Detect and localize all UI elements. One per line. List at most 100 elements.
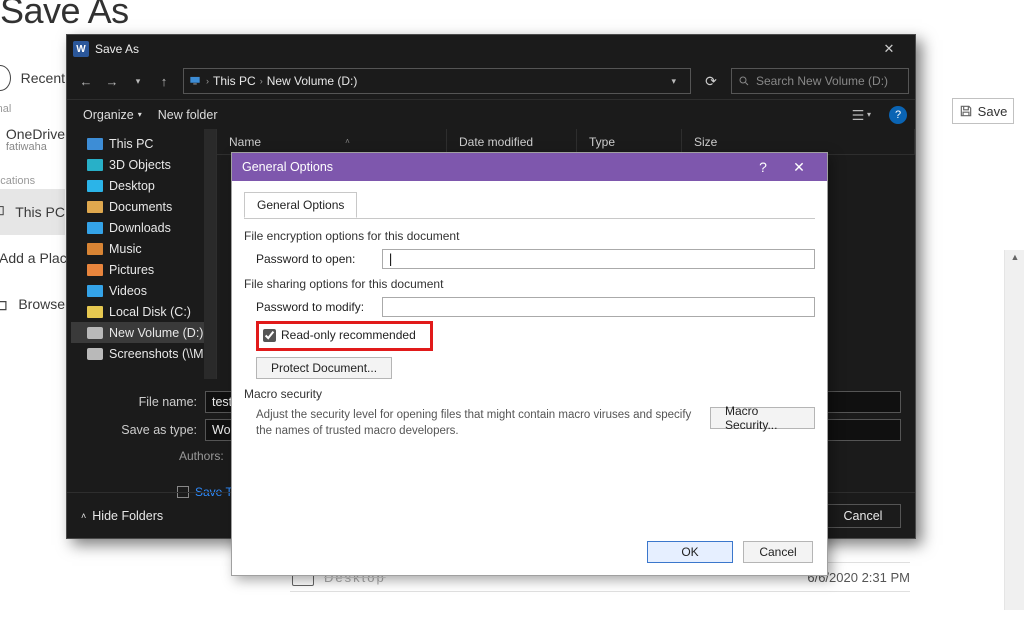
col-name[interactable]: Name ˄ (217, 129, 447, 154)
col-type[interactable]: Type (577, 129, 682, 154)
address-bar[interactable]: › This PC › New Volume (D:) ▾ (183, 68, 691, 94)
titlebar: W Save As ✕ (67, 35, 915, 63)
up-button[interactable]: ↑ (151, 74, 177, 89)
tree-icon (87, 264, 103, 276)
cancel-button[interactable]: Cancel (743, 541, 813, 563)
tree-label: Downloads (109, 221, 171, 235)
tree-label: This PC (109, 137, 153, 151)
col-label: Name (229, 135, 261, 149)
cancel-button[interactable]: Cancel (825, 504, 901, 528)
nav-onedrive[interactable]: OneDrive fatiwaha (0, 117, 65, 163)
tree-icon (87, 159, 103, 171)
tree-label: 3D Objects (109, 158, 171, 172)
tree-item[interactable]: Local Disk (C:) (71, 301, 216, 322)
chevron-down-icon[interactable]: ▾ (669, 76, 686, 87)
tree-item[interactable]: This PC (71, 133, 216, 154)
tree-label: Music (109, 242, 142, 256)
forward-button[interactable]: → (99, 74, 125, 89)
tree-label: Local Disk (C:) (109, 305, 191, 319)
macro-text: Adjust the security level for opening fi… (256, 407, 696, 439)
tree-label: Desktop (109, 179, 155, 193)
scroll-up-icon[interactable]: ▲ (1007, 250, 1023, 264)
tree-icon (87, 180, 103, 192)
tree-label: Videos (109, 284, 147, 298)
tree-icon (87, 327, 103, 339)
view-icon[interactable]: ▾ (851, 108, 871, 122)
newfolder-button[interactable]: New folder (150, 104, 226, 126)
nav-thispc[interactable]: This PC (0, 189, 65, 235)
page-title: Save As (0, 0, 129, 32)
col-size[interactable]: Size (682, 129, 915, 154)
organize-label: Organize (83, 108, 134, 122)
password-modify-input[interactable] (382, 297, 815, 317)
close-button[interactable]: ✕ (781, 159, 817, 176)
nav-recent[interactable]: Recent (0, 55, 65, 101)
tab-general-options[interactable]: General Options (244, 192, 357, 218)
tree-icon (87, 348, 103, 360)
tree-icon (87, 138, 103, 150)
scrollbar[interactable]: ▲ (1004, 250, 1024, 610)
tree-item[interactable]: New Volume (D:) (71, 322, 216, 343)
tree-item[interactable]: Desktop (71, 175, 216, 196)
nav-label: Add a Place (0, 250, 75, 266)
breadcrumb[interactable]: New Volume (D:) (267, 74, 358, 88)
nav-label: Browse (18, 296, 65, 312)
chevron-down-icon: ▾ (138, 110, 142, 119)
back-button[interactable]: ← (73, 74, 99, 89)
readonly-highlight: Read-only recommended (256, 321, 433, 351)
hide-folders-button[interactable]: ˄ Hide Folders (81, 509, 163, 523)
nav-section: r locations (0, 173, 65, 189)
help-button[interactable]: ? (745, 159, 781, 175)
breadcrumb-sep: › (206, 76, 209, 86)
readonly-label: Read-only recommended (281, 328, 416, 342)
clock-icon (0, 65, 11, 91)
word-save-button[interactable]: Save (952, 98, 1014, 124)
tree-item[interactable]: Documents (71, 196, 216, 217)
tree-scrollbar[interactable] (204, 129, 216, 379)
history-dropdown-icon[interactable]: ▾ (125, 76, 151, 87)
dialog-titlebar: General Options ? ✕ (232, 153, 827, 181)
breadcrumb-sep: › (260, 76, 263, 86)
tree-icon (87, 243, 103, 255)
nav-browse[interactable]: Browse (0, 281, 65, 327)
tree-label: Screenshots (\\M (109, 347, 203, 361)
organize-menu[interactable]: Organize ▾ (75, 104, 150, 126)
tree-item[interactable]: Pictures (71, 259, 216, 280)
breadcrumb[interactable]: This PC (213, 74, 256, 88)
chevron-down-icon: ▾ (867, 110, 871, 119)
tree-icon (87, 222, 103, 234)
nav-add-place[interactable]: Add a Place (0, 235, 65, 281)
search-input[interactable]: Search New Volume (D:) (731, 68, 909, 94)
search-placeholder: Search New Volume (D:) (756, 74, 888, 88)
sharing-heading: File sharing options for this document (244, 277, 815, 291)
close-button[interactable]: ✕ (869, 35, 909, 63)
tree-label: Documents (109, 200, 172, 214)
folder-icon (0, 293, 8, 315)
protect-document-button[interactable]: Protect Document... (256, 357, 392, 379)
tree-label: Pictures (109, 263, 154, 277)
filename-label: File name: (119, 395, 205, 409)
macro-security-button[interactable]: Macro Security... (710, 407, 815, 429)
nav-label: This PC (15, 204, 65, 220)
tree-label: New Volume (D:) (109, 326, 203, 340)
readonly-checkbox[interactable] (263, 329, 276, 342)
save-icon (959, 104, 973, 118)
nav-label: OneDrive (6, 127, 65, 142)
sort-icon: ˄ (345, 137, 350, 146)
password-open-input[interactable] (382, 249, 815, 269)
tree-item[interactable]: 3D Objects (71, 154, 216, 175)
tree-item[interactable]: Music (71, 238, 216, 259)
ok-button[interactable]: OK (647, 541, 733, 563)
hide-folders-label: Hide Folders (92, 509, 163, 523)
folder-tree[interactable]: This PC 3D Objects Desktop Documents Downloa… (67, 129, 217, 379)
window-title: Save As (95, 42, 139, 56)
macro-heading: Macro security (244, 387, 815, 401)
tree-item[interactable]: Downloads (71, 217, 216, 238)
col-date[interactable]: Date modified (447, 129, 577, 154)
tree-item[interactable]: Videos (71, 280, 216, 301)
nav-sublabel: fatiwaha (6, 142, 65, 154)
help-button[interactable]: ? (889, 106, 907, 124)
tree-item[interactable]: Screenshots (\\M (71, 343, 216, 364)
refresh-button[interactable]: ⟳ (697, 73, 725, 90)
nav-section: sonal (0, 101, 65, 117)
